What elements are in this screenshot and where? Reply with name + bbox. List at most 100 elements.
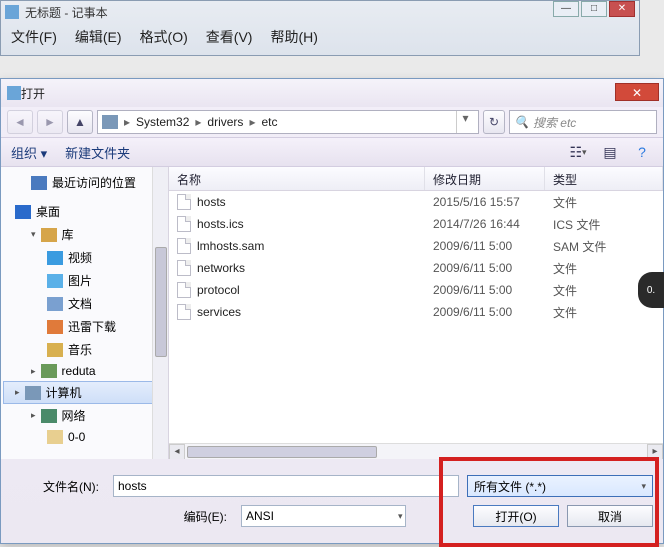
- file-type: ICS 文件: [545, 216, 663, 233]
- sidebar-label: 桌面: [36, 203, 60, 220]
- dialog-toolbar: 组织 ▾ 新建文件夹 ☷ ▾ ▤ ?: [1, 137, 663, 167]
- file-type: SAM 文件: [545, 238, 663, 255]
- preview-pane-button[interactable]: ▤: [599, 142, 621, 162]
- file-name: services: [197, 305, 241, 319]
- recent-icon: [31, 176, 47, 190]
- dialog-titlebar: 打开 ✕: [1, 79, 663, 107]
- sidebar-label: 库: [62, 226, 74, 243]
- close-button[interactable]: ✕: [609, 1, 635, 17]
- scroll-left-button[interactable]: ◂: [169, 444, 185, 459]
- table-row[interactable]: protocol2009/6/11 5:00文件: [169, 279, 663, 301]
- path-seg-1[interactable]: drivers: [207, 115, 243, 129]
- scrollbar-thumb[interactable]: [155, 247, 167, 357]
- menu-help[interactable]: 帮助(H): [270, 27, 317, 47]
- file-date: 2009/6/11 5:00: [425, 261, 545, 275]
- dialog-bottom: 文件名(N): 所有文件 (*.*) ▾ 编码(E): ▾ 打开(O) 取消: [1, 459, 663, 537]
- sidebar-item-documents[interactable]: 文档: [3, 292, 166, 315]
- col-name[interactable]: 名称: [169, 167, 425, 190]
- scroll-right-button[interactable]: ▸: [647, 444, 663, 459]
- library-icon: [41, 228, 57, 242]
- sidebar-item-desktop[interactable]: 桌面: [3, 200, 166, 223]
- folder-icon: [47, 430, 63, 444]
- nav-sidebar: 最近访问的位置 桌面 ▾ 库 视频 图片: [1, 167, 169, 459]
- sidebar-label: 最近访问的位置: [52, 174, 136, 191]
- help-button[interactable]: ?: [631, 142, 653, 162]
- cancel-button[interactable]: 取消: [567, 505, 653, 527]
- refresh-button[interactable]: ↻: [483, 110, 505, 134]
- new-folder-button[interactable]: 新建文件夹: [65, 143, 130, 162]
- music-icon: [47, 343, 63, 357]
- sidebar-scrollbar[interactable]: [152, 167, 168, 459]
- table-row[interactable]: services2009/6/11 5:00文件: [169, 301, 663, 323]
- view-options-button[interactable]: ☷ ▾: [567, 142, 589, 162]
- path-seg-0[interactable]: System32: [136, 115, 189, 129]
- sidebar-label: 迅雷下载: [68, 318, 116, 335]
- col-date[interactable]: 修改日期: [425, 167, 545, 190]
- notepad-icon: [5, 5, 19, 19]
- open-button[interactable]: 打开(O): [473, 505, 559, 527]
- cancel-button-label: 取消: [598, 508, 622, 525]
- file-type-filter[interactable]: 所有文件 (*.*) ▾: [467, 475, 653, 497]
- file-icon: [177, 282, 191, 298]
- notepad-title-text: 无标题 - 记事本: [25, 4, 108, 21]
- search-icon: 🔍: [514, 115, 529, 129]
- sidebar-item-videos[interactable]: 视频: [3, 246, 166, 269]
- table-row[interactable]: hosts2015/5/16 15:57文件: [169, 191, 663, 213]
- file-type: 文件: [545, 194, 663, 211]
- menu-view[interactable]: 查看(V): [206, 27, 253, 47]
- minimize-button[interactable]: —: [553, 1, 579, 17]
- address-dropdown[interactable]: ▾: [456, 111, 474, 133]
- chevron-down-icon[interactable]: ▾: [398, 511, 403, 522]
- file-date: 2009/6/11 5:00: [425, 305, 545, 319]
- col-type[interactable]: 类型: [545, 167, 663, 190]
- dialog-icon: [7, 86, 21, 100]
- encoding-select[interactable]: [241, 505, 406, 527]
- sidebar-item-network[interactable]: ▸ 网络: [3, 404, 166, 427]
- path-seg-2[interactable]: etc: [261, 115, 277, 129]
- menu-file[interactable]: 文件(F): [11, 27, 57, 47]
- computer-icon: [25, 386, 41, 400]
- sidebar-item-pictures[interactable]: 图片: [3, 269, 166, 292]
- sidebar-item-folder0[interactable]: 0-0: [3, 427, 166, 447]
- menu-format[interactable]: 格式(O): [140, 27, 188, 47]
- table-row[interactable]: hosts.ics2014/7/26 16:44ICS 文件: [169, 213, 663, 235]
- horizontal-scrollbar[interactable]: ◂ ▸: [169, 443, 663, 459]
- address-bar[interactable]: ▸ System32 ▸ drivers ▸ etc ▾: [97, 110, 479, 134]
- sidebar-item-recent[interactable]: 最近访问的位置: [3, 171, 166, 194]
- side-badge[interactable]: 0.: [638, 272, 664, 308]
- maximize-button[interactable]: □: [581, 1, 607, 17]
- file-date: 2014/7/26 16:44: [425, 217, 545, 231]
- nav-back-button[interactable]: ◄: [7, 110, 33, 134]
- table-row[interactable]: networks2009/6/11 5:00文件: [169, 257, 663, 279]
- sidebar-label: 音乐: [68, 341, 92, 358]
- sidebar-item-user[interactable]: ▸ reduta: [3, 361, 166, 381]
- picture-icon: [47, 274, 63, 288]
- sidebar-item-computer[interactable]: ▸ 计算机: [3, 381, 166, 404]
- download-icon: [47, 320, 63, 334]
- sidebar-label: 网络: [62, 407, 86, 424]
- organize-menu[interactable]: 组织 ▾: [11, 143, 47, 162]
- search-box[interactable]: 🔍 搜索 etc: [509, 110, 657, 134]
- nav-forward-button[interactable]: ►: [37, 110, 63, 134]
- nav-up-button[interactable]: ▲: [67, 110, 93, 134]
- table-row[interactable]: lmhosts.sam2009/6/11 5:00SAM 文件: [169, 235, 663, 257]
- sidebar-item-thunder[interactable]: 迅雷下载: [3, 315, 166, 338]
- h-scroll-thumb[interactable]: [187, 446, 377, 458]
- open-button-label: 打开(O): [495, 508, 536, 525]
- menu-edit[interactable]: 编辑(E): [75, 27, 122, 47]
- file-icon: [177, 238, 191, 254]
- open-dialog: 打开 ✕ ◄ ► ▲ ▸ System32 ▸ drivers ▸ etc ▾ …: [0, 78, 664, 544]
- sidebar-item-music[interactable]: 音乐: [3, 338, 166, 361]
- file-name: protocol: [197, 283, 240, 297]
- file-date: 2015/5/16 15:57: [425, 195, 545, 209]
- dialog-close-button[interactable]: ✕: [615, 83, 659, 101]
- filename-input[interactable]: [113, 475, 459, 497]
- sidebar-item-libraries[interactable]: ▾ 库: [3, 223, 166, 246]
- drive-icon: [102, 115, 118, 129]
- file-name: networks: [197, 261, 245, 275]
- file-icon: [177, 260, 191, 276]
- notepad-window: 无标题 - 记事本 — □ ✕ 文件(F) 编辑(E) 格式(O) 查看(V) …: [0, 0, 640, 56]
- sidebar-label: 文档: [68, 295, 92, 312]
- chevron-down-icon: ▾: [641, 481, 646, 492]
- dialog-body: 最近访问的位置 桌面 ▾ 库 视频 图片: [1, 167, 663, 459]
